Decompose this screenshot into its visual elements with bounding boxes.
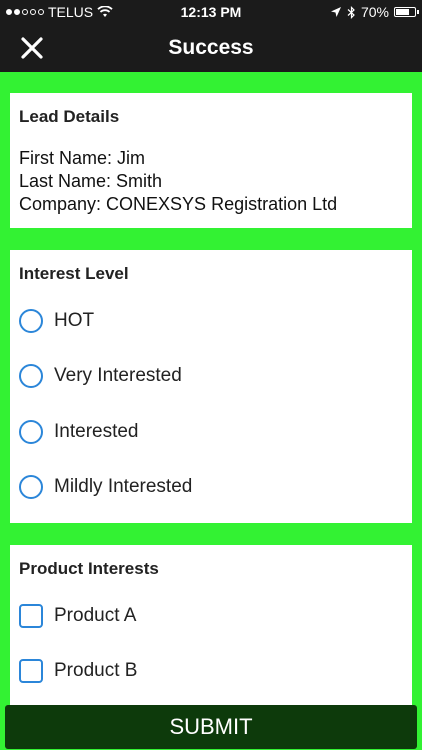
radio-option-hot[interactable]: HOT xyxy=(19,309,94,333)
radio-label: HOT xyxy=(54,310,95,331)
battery-percent: 70% xyxy=(360,4,389,20)
location-arrow-icon xyxy=(330,7,341,17)
radio-button[interactable] xyxy=(19,309,43,333)
radio-option-interested[interactable]: Interested xyxy=(19,420,139,444)
submit-label: SUBMIT xyxy=(169,714,253,739)
checkbox-label: Product A xyxy=(54,605,137,626)
radio-button[interactable] xyxy=(19,475,43,499)
radio-label: Interested xyxy=(54,421,139,442)
nav-bar: Success xyxy=(0,24,422,72)
checkbox[interactable] xyxy=(19,604,43,628)
radio-button[interactable] xyxy=(19,364,43,388)
product-interests-card: Product Interests Product A Product B xyxy=(10,545,412,705)
last-name-text: Last Name: Smith xyxy=(19,171,163,191)
page-title: Success xyxy=(168,36,254,59)
company-text: Company: CONEXSYS Registration Ltd xyxy=(19,194,338,214)
checkbox[interactable] xyxy=(19,659,43,683)
checkbox-option-product-b[interactable]: Product B xyxy=(19,659,137,683)
interest-level-card: Interest Level HOT Very Interested Inter… xyxy=(10,250,412,523)
checkbox-option-product-a[interactable]: Product A xyxy=(19,604,136,628)
radio-label: Mildly Interested xyxy=(54,476,193,497)
status-right: 70% xyxy=(330,4,419,20)
bluetooth-icon xyxy=(347,5,355,19)
lead-details-title: Lead Details xyxy=(19,107,120,126)
radio-option-very-interested[interactable]: Very Interested xyxy=(19,364,182,388)
checkbox-label: Product B xyxy=(54,660,138,681)
battery-icon xyxy=(394,7,419,17)
status-bar: TELUS 12:13 PM 70% xyxy=(0,0,422,24)
interest-level-title: Interest Level xyxy=(19,264,129,283)
radio-label: Very Interested xyxy=(54,365,182,386)
top-bar: TELUS 12:13 PM 70% Success xyxy=(0,0,422,72)
product-interests-title: Product Interests xyxy=(19,559,159,578)
submit-button[interactable]: SUBMIT xyxy=(5,705,417,749)
radio-option-mildly-interested[interactable]: Mildly Interested xyxy=(19,475,192,499)
radio-button[interactable] xyxy=(19,420,43,444)
first-name-text: First Name: Jim xyxy=(19,148,145,168)
lead-details-card: Lead Details First Name: Jim Last Name: … xyxy=(10,93,412,228)
